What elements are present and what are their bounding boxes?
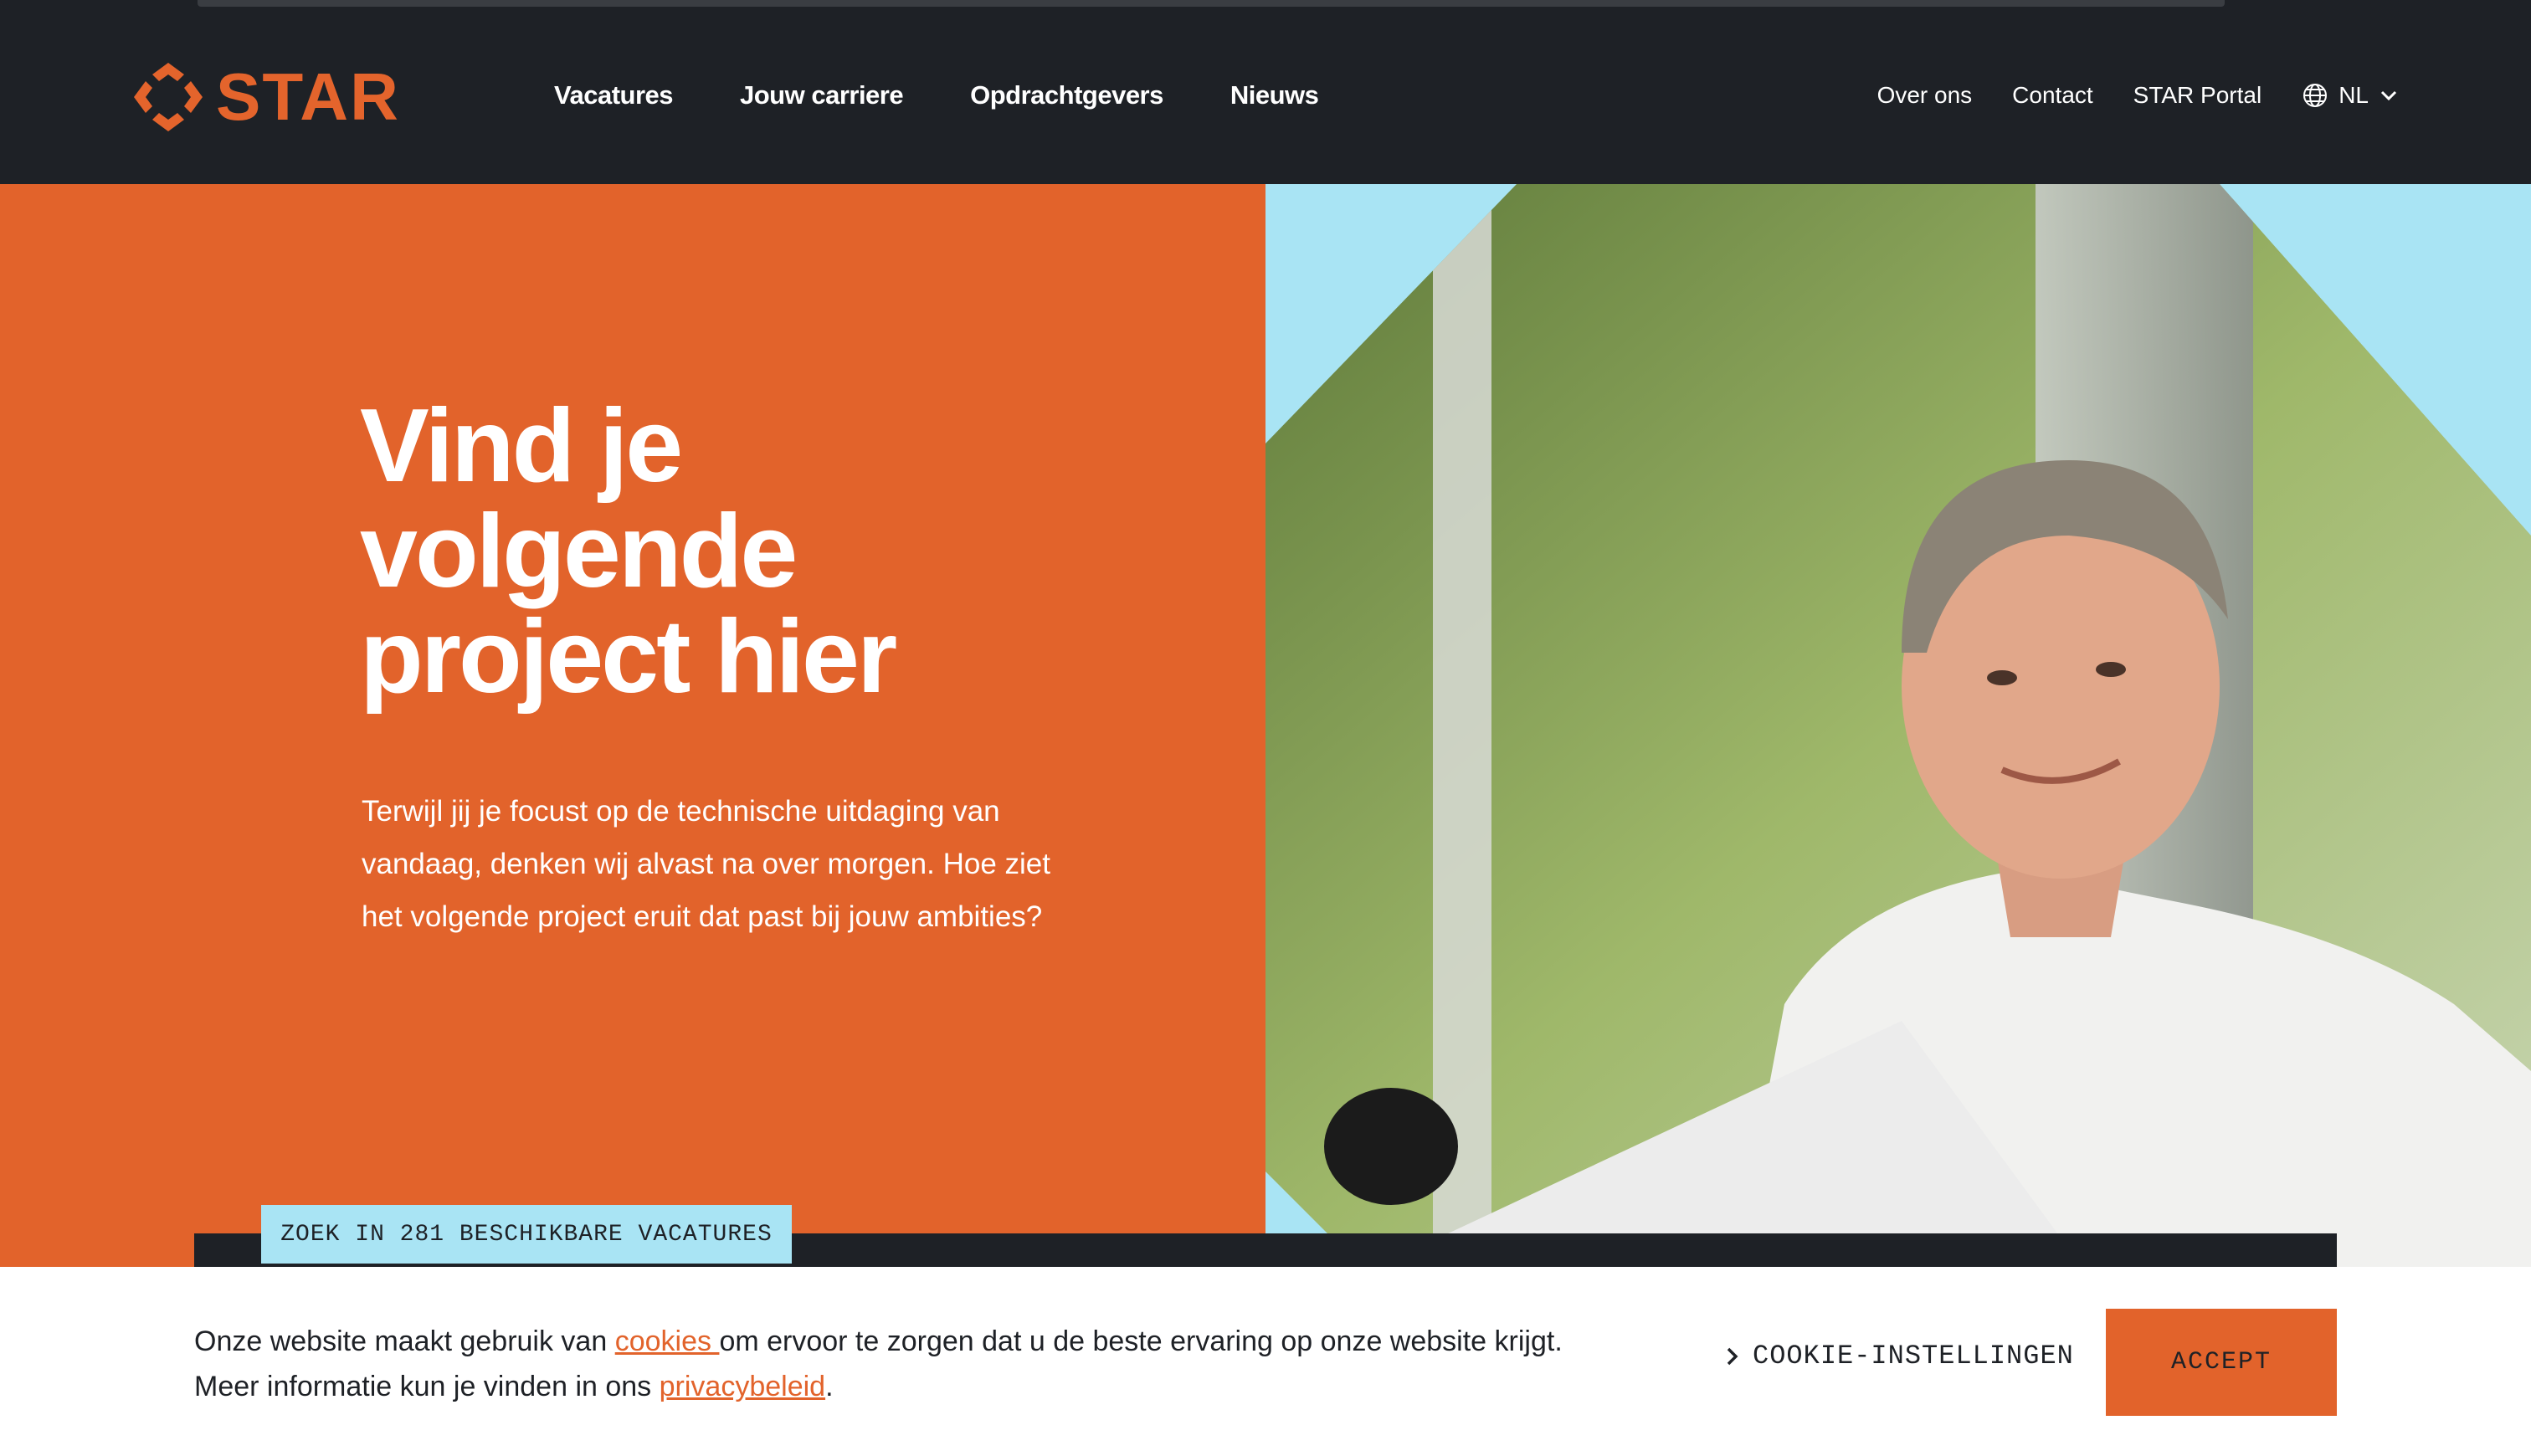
main-nav: Vacatures Jouw carriere Opdrachtgevers N… (554, 80, 1319, 110)
chevron-down-icon (2380, 90, 2397, 101)
nav-nieuws[interactable]: Nieuws (1230, 80, 1319, 110)
cookie-banner: Onze website maakt gebruik van cookies o… (0, 1267, 2531, 1456)
star-logo[interactable]: STAR (134, 59, 427, 134)
cookie-period: . (825, 1371, 834, 1402)
cookies-link[interactable]: cookies (615, 1325, 720, 1357)
utility-nav: Over ons Contact STAR Portal NL (1877, 82, 2399, 109)
site-header: STAR Vacatures Jouw carriere Opdrachtgev… (0, 10, 2531, 184)
nav-jouw-carriere[interactable]: Jouw carriere (740, 80, 904, 110)
cookie-settings-label: COOKIE-INSTELLINGEN (1753, 1341, 2074, 1371)
hero-text-panel: Vind je volgende project hier Terwijl ji… (0, 184, 1266, 1272)
window-top-bar (198, 0, 2225, 7)
cookie-text-line2: Meer informatie kun je vinden in ons (194, 1371, 660, 1402)
nav-over-ons[interactable]: Over ons (1877, 82, 1973, 109)
logo-text: STAR (216, 59, 400, 134)
nav-contact[interactable]: Contact (2012, 82, 2093, 109)
cookie-text-after: om ervoor te zorgen dat u de beste ervar… (719, 1325, 1563, 1357)
search-vacancies-tag[interactable]: ZOEK IN 281 BESCHIKBARE VACATURES (261, 1205, 792, 1264)
chevron-right-icon (1727, 1347, 1738, 1365)
star-logo-mark-icon (134, 63, 203, 131)
hero-photo (1266, 184, 2531, 1272)
nav-star-portal[interactable]: STAR Portal (2133, 82, 2262, 109)
cookie-text-before: Onze website maakt gebruik van (194, 1325, 615, 1357)
privacy-policy-link[interactable]: privacybeleid (660, 1371, 825, 1402)
hero-headline: Vind je volgende project hier (360, 388, 897, 715)
nav-opdrachtgevers[interactable]: Opdrachtgevers (970, 80, 1163, 110)
globe-icon (2303, 84, 2328, 107)
hero-lead: Terwijl jij je focust op de technische u… (362, 795, 1050, 933)
language-label: NL (2338, 82, 2369, 108)
language-selector[interactable]: NL (2302, 82, 2399, 109)
hero-photo-panel (1266, 184, 2531, 1272)
cookie-message: Onze website maakt gebruik van cookies o… (194, 1319, 1701, 1409)
window-top-strip (0, 0, 2531, 10)
accept-cookies-button[interactable]: ACCEPT (2106, 1309, 2337, 1416)
cookie-settings-button[interactable]: COOKIE-INSTELLINGEN (1724, 1341, 2074, 1371)
nav-vacatures[interactable]: Vacatures (554, 80, 674, 110)
